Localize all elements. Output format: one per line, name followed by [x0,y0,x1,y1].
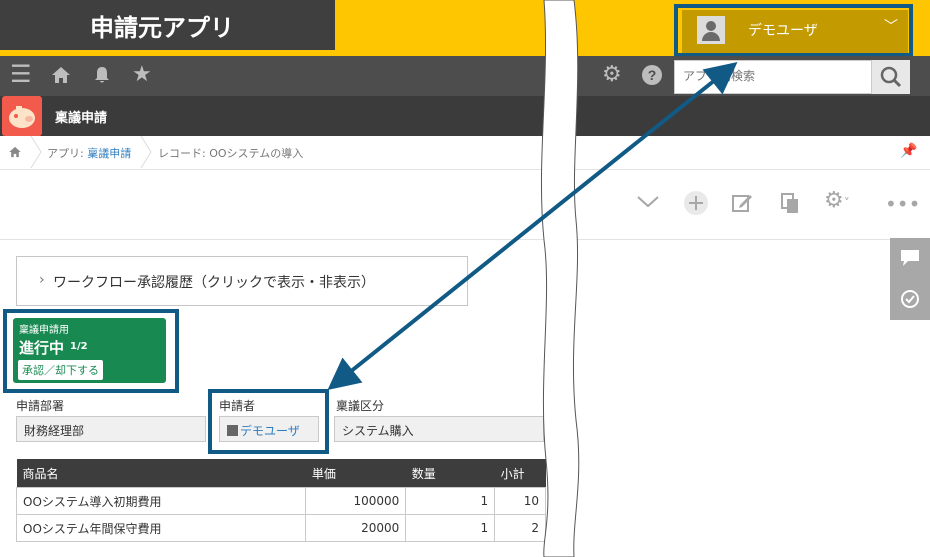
annotation-arrow [327,62,738,390]
